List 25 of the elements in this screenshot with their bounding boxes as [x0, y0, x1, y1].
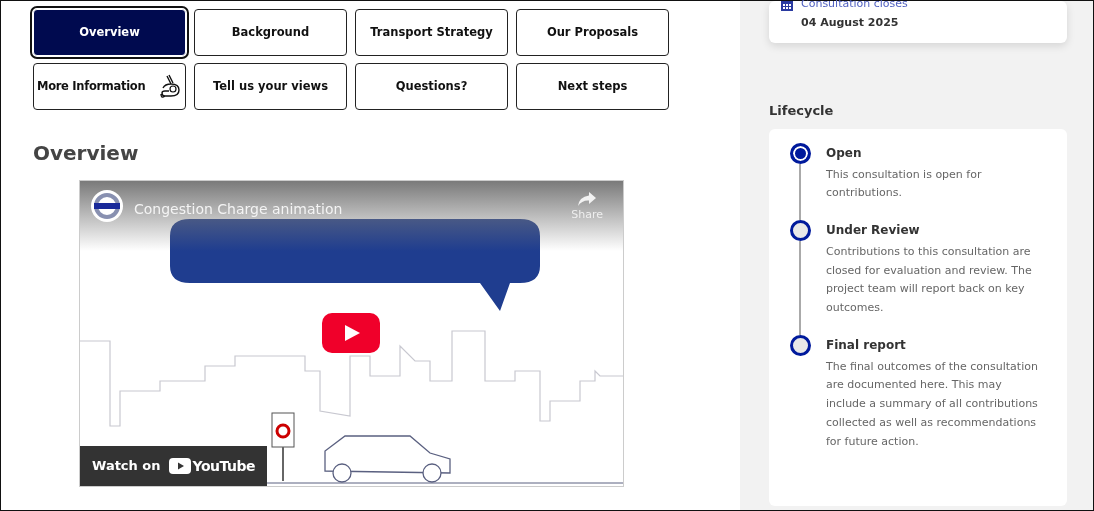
section-tab[interactable]: More Information: [33, 63, 186, 110]
play-logo-icon: [168, 458, 191, 474]
section-tab[interactable]: Overview: [33, 9, 186, 56]
play-button-icon[interactable]: [322, 313, 380, 353]
stage-description: This consultation is open for contributions.: [826, 166, 983, 202]
stage-name: Open: [826, 144, 863, 162]
share-icon[interactable]: [577, 191, 598, 207]
section-tab[interactable]: Questions?: [355, 63, 508, 110]
section-tab[interactable]: Our Proposals: [516, 9, 669, 56]
lifecycle-heading: Lifecycle: [769, 102, 835, 120]
watch-on-youtube-button[interactable]: Watch on YouTube: [80, 446, 267, 486]
stage-description: The final outcomes of the consultation are documented here. This may include a summary of all contributions collected as well as recommendations for future action.: [826, 358, 1038, 450]
section-tab[interactable]: Background: [194, 9, 347, 56]
video-player[interactable]: Congestion Charge animation Share Watch on YouTube: [79, 180, 624, 487]
section-heading: Overview: [33, 140, 140, 167]
stage-name: Under Review: [826, 221, 921, 239]
section-tab[interactable]: Transport Strategy: [355, 9, 508, 56]
stage-name: Final report: [826, 336, 907, 354]
hand-sign-icon: [159, 73, 183, 100]
section-tab[interactable]: Tell us your views: [194, 63, 347, 110]
road-sign: [271, 412, 295, 482]
stage-description: Contributions to this consultation are closed for evaluation and review. The project team will report back on key outcomes.: [826, 243, 1033, 316]
channel-logo-icon[interactable]: [90, 189, 124, 223]
section-tab[interactable]: Next steps: [516, 63, 669, 110]
closing-date: 04 August 2025: [801, 15, 900, 31]
